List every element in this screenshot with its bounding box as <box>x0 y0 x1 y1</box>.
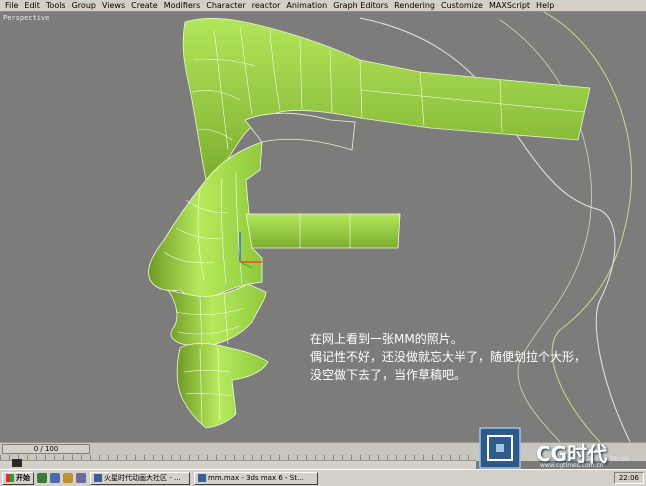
menu-graph-editors[interactable]: Graph Editors <box>330 0 391 12</box>
menu-maxscript[interactable]: MAXScript <box>486 0 533 12</box>
quicklaunch-icon[interactable] <box>50 473 60 483</box>
quicklaunch-icon[interactable] <box>63 473 73 483</box>
browser-icon <box>94 474 102 482</box>
start-label: 开始 <box>16 474 30 482</box>
menu-customize[interactable]: Customize <box>438 0 486 12</box>
caption-line-3: 没空做下去了，当作草稿吧。 <box>310 368 467 382</box>
menu-tools[interactable]: Tools <box>43 0 69 12</box>
watermark-url: www.cgtimes.com.cn <box>540 462 604 469</box>
quicklaunch-icon[interactable] <box>76 473 86 483</box>
menu-group[interactable]: Group <box>69 0 99 12</box>
menu-reactor[interactable]: reactor <box>249 0 284 12</box>
time-slider[interactable]: 0 / 100 <box>2 444 90 454</box>
menu-file[interactable]: File <box>2 0 21 12</box>
menu-edit[interactable]: Edit <box>21 0 43 12</box>
perspective-viewport[interactable]: Perspective 在网上看到一张MM的照片。 偶记性不好，还没做就忘大半了… <box>0 12 646 442</box>
menu-bar: File Edit Tools Group Views Create Modif… <box>0 0 646 12</box>
menu-create[interactable]: Create <box>128 0 161 12</box>
animation-key-icon[interactable] <box>12 459 22 467</box>
menu-animation[interactable]: Animation <box>283 0 330 12</box>
clock: 22:06 <box>618 474 639 482</box>
menu-character[interactable]: Character <box>203 0 249 12</box>
menu-help[interactable]: Help <box>533 0 557 12</box>
caption-line-2: 偶记性不好，还没做就忘大半了，随便划拉个大形， <box>310 350 587 364</box>
menu-modifiers[interactable]: Modifiers <box>161 0 204 12</box>
cheek-mesh <box>245 213 401 249</box>
taskbar-button-browser[interactable]: 火星时代动画大社区 - ... <box>90 471 190 485</box>
taskbar-button-3dsmax[interactable]: mm.max - 3ds max 6 - St... <box>194 471 318 485</box>
task-label: 火星时代动画大社区 - ... <box>104 474 181 482</box>
menu-views[interactable]: Views <box>99 0 128 12</box>
quicklaunch-icon[interactable] <box>37 473 47 483</box>
3dsmax-icon <box>198 474 206 482</box>
windows-logo-icon <box>6 474 14 482</box>
menu-rendering[interactable]: Rendering <box>391 0 438 12</box>
task-label: mm.max - 3ds max 6 - St... <box>208 474 304 482</box>
system-tray: 22:06 <box>613 472 644 484</box>
caption-line-1: 在网上看到一张MM的照片。 <box>310 332 463 346</box>
caption-text: 在网上看到一张MM的照片。 偶记性不好，还没做就忘大半了，随便划拉个大形， 没空… <box>310 330 586 384</box>
start-button[interactable]: 开始 <box>2 471 34 485</box>
chin-mesh <box>176 343 269 429</box>
